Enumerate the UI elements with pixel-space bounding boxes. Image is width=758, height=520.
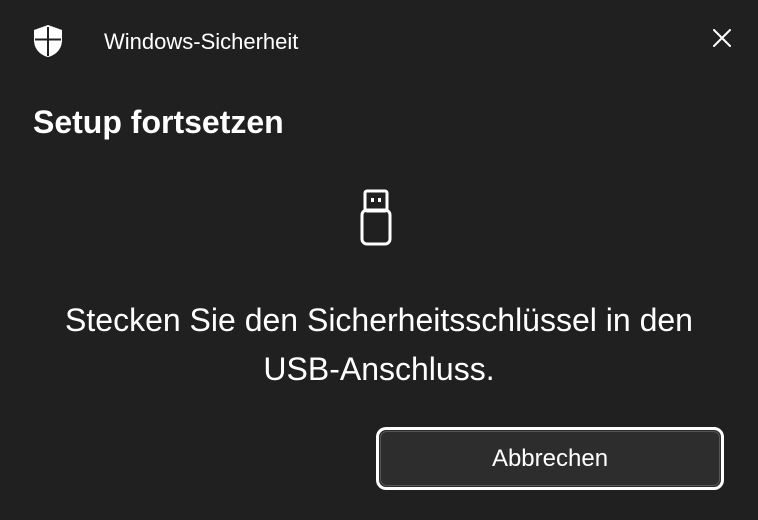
instruction-line-2: USB-Anschluss. [263,351,495,387]
window-title: Windows-Sicherheit [104,29,299,54]
title-bar: Windows-Sicherheit [0,0,758,84]
close-icon [713,28,731,52]
usb-key-icon [357,188,397,250]
dialog-heading: Setup fortsetzen [33,104,284,140]
close-button[interactable] [706,24,738,56]
instruction-line-1: Stecken Sie den Sicherheitsschlüssel in … [65,302,693,338]
shield-icon [32,24,64,58]
cancel-button[interactable]: Abbrechen [376,427,724,490]
security-dialog: Windows-Sicherheit Setup fortsetzen Stec… [0,0,758,520]
instruction-message: Stecken Sie den Sicherheitsschlüssel in … [0,296,758,394]
